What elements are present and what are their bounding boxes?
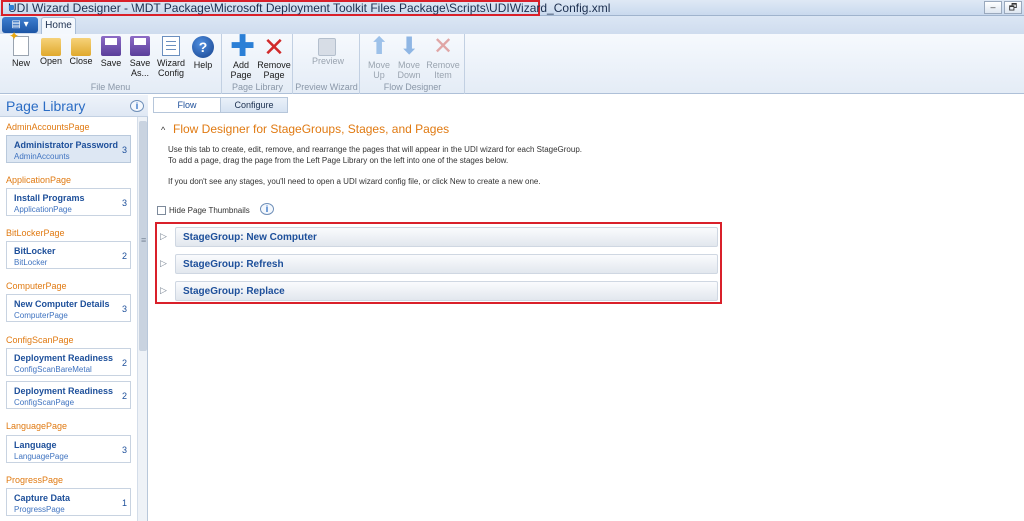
add-page-button[interactable]: ✚ Add Page [228, 30, 256, 81]
move-up-button[interactable]: ⬆ Move Up [365, 33, 393, 81]
page-library-scrollbar[interactable] [137, 117, 147, 521]
category-label: BitLockerPage [6, 228, 65, 238]
page-count: 3 [121, 445, 127, 455]
splitter-grip-icon[interactable]: ≡ [141, 235, 146, 245]
stagegroup-bar[interactable]: StageGroup: New Computer [175, 227, 718, 247]
page-library-list: AdminAccountsPage Administrator Password… [0, 117, 136, 521]
ribbon: New Open Close Save Save As... Wizard Co… [0, 30, 1024, 94]
open-button[interactable]: Open [38, 36, 64, 66]
flow-designer-note: If you don't see any stages, you'll need… [168, 177, 541, 186]
wizard-config-icon [162, 36, 180, 56]
arrow-up-icon: ⬆ [368, 33, 390, 60]
application-menu-button[interactable]: ▤ ▾ [2, 17, 38, 33]
preview-icon [318, 38, 336, 56]
preview-button[interactable]: Preview [312, 36, 344, 66]
category-label: AdminAccountsPage [6, 122, 90, 132]
hide-thumbnails-row: Hide Page Thumbnails [157, 206, 250, 215]
move-down-button[interactable]: ⬇ Move Down [395, 33, 423, 81]
category-label: ProgressPage [6, 475, 64, 485]
minimize-button[interactable]: – [984, 1, 1002, 14]
window-controls: – 🗗 [984, 1, 1022, 14]
flow-designer-heading: Flow Designer for StageGroups, Stages, a… [173, 122, 450, 136]
save-as-button[interactable]: Save As... [127, 36, 153, 78]
window-title: UDI Wizard Designer - \MDT Package\Micro… [8, 1, 611, 15]
page-library-panel: Page Library i AdminAccountsPage Adminis… [0, 95, 148, 521]
group-label-file-menu: File Menu [90, 82, 131, 92]
page-card-deployment-readiness-baremetal[interactable]: Deployment Readiness ConfigScanBareMetal… [6, 348, 131, 376]
hide-thumbnails-checkbox[interactable] [157, 206, 166, 215]
collapse-caret-icon[interactable]: ^ [161, 125, 165, 135]
group-file-menu: New Open Close Save Save As... Wizard Co… [0, 31, 222, 94]
stagegroup-label: StageGroup: Refresh [183, 259, 284, 270]
category-label: LanguagePage [6, 421, 68, 431]
save-as-disk-icon [130, 36, 150, 56]
remove-page-button[interactable]: ✕ Remove Page [257, 32, 291, 80]
restore-button[interactable]: 🗗 [1004, 1, 1022, 14]
open-folder-icon [41, 38, 61, 56]
flow-designer-description: Use this tab to create, edit, remove, an… [168, 145, 583, 165]
thumbnails-info-icon[interactable]: i [260, 203, 274, 215]
page-card-administrator-password[interactable]: Administrator Password AdminAccounts 3 [6, 135, 131, 163]
save-disk-icon [101, 36, 121, 56]
new-button[interactable]: New [8, 31, 34, 68]
page-card-bitlocker[interactable]: BitLocker BitLocker 2 [6, 241, 131, 269]
tab-configure[interactable]: Configure [220, 97, 288, 113]
remove-item-button[interactable]: ✕ Remove Item [425, 33, 461, 81]
group-flow-designer: ⬆ Move Up ⬇ Move Down ✕ Remove Item Flow… [361, 34, 465, 94]
title-highlight: UDI Wizard Designer - \MDT Package\Micro… [1, 0, 610, 16]
expand-triangle-icon[interactable]: ▷ [160, 258, 167, 269]
stagegroup-label: StageGroup: Replace [183, 286, 285, 297]
page-card-new-computer-details[interactable]: New Computer Details ComputerPage 3 [6, 294, 131, 322]
help-button[interactable]: ? Help [190, 36, 216, 70]
tab-home[interactable]: Home [41, 17, 76, 34]
page-count: 3 [121, 198, 127, 208]
stagegroup-bar[interactable]: StageGroup: Refresh [175, 254, 718, 274]
stagegroup-replace[interactable]: ▷ StageGroup: Replace [160, 281, 718, 301]
info-icon[interactable]: i [130, 100, 144, 112]
group-preview-wizard: Preview Preview Wizard [294, 34, 360, 94]
page-card-deployment-readiness[interactable]: Deployment Readiness ConfigScanPage 2 [6, 381, 131, 409]
main-content: Flow Configure ^ Flow Designer for Stage… [149, 95, 1024, 521]
title-bar: UDI Wizard Designer - \MDT Package\Micro… [0, 0, 1024, 16]
stagegroup-label: StageGroup: New Computer [183, 232, 317, 243]
page-card-language[interactable]: Language LanguagePage 3 [6, 435, 131, 463]
page-count: 2 [121, 251, 127, 261]
expand-triangle-icon[interactable]: ▷ [160, 231, 167, 242]
group-page-library: ✚ Add Page ✕ Remove Page Page Library [223, 30, 293, 94]
plus-icon: ✚ [230, 30, 256, 63]
page-count: 3 [121, 304, 127, 314]
page-count: 2 [121, 391, 127, 401]
page-count: 2 [121, 358, 127, 368]
ribbon-tabs: ▤ ▾ Home [0, 16, 1024, 34]
stagegroup-new-computer[interactable]: ▷ StageGroup: New Computer [160, 227, 718, 247]
red-x-icon: ✕ [263, 32, 285, 62]
new-file-icon [9, 31, 29, 56]
close-folder-icon [71, 38, 91, 56]
remove-item-x-icon: ✕ [432, 33, 454, 60]
stagegroup-list: ▷ StageGroup: New Computer ▷ StageGroup:… [155, 222, 722, 304]
page-card-capture-data[interactable]: Capture Data ProgressPage 1 [6, 488, 131, 516]
view-tabs: Flow Configure [153, 97, 288, 113]
save-button[interactable]: Save [98, 36, 124, 68]
category-label: ConfigScanPage [6, 335, 74, 345]
wizard-config-button[interactable]: Wizard Config [156, 36, 186, 78]
category-label: ComputerPage [6, 281, 67, 291]
expand-triangle-icon[interactable]: ▷ [160, 285, 167, 296]
page-count: 3 [121, 145, 127, 155]
stagegroup-bar[interactable]: StageGroup: Replace [175, 281, 718, 301]
page-card-install-programs[interactable]: Install Programs ApplicationPage 3 [6, 188, 131, 216]
hide-thumbnails-label: Hide Page Thumbnails [169, 206, 250, 215]
page-library-title: Page Library [6, 98, 86, 114]
tab-flow[interactable]: Flow [153, 97, 221, 113]
category-label: ApplicationPage [6, 175, 72, 185]
page-count: 1 [121, 498, 127, 508]
help-icon: ? [192, 36, 214, 58]
stagegroup-refresh[interactable]: ▷ StageGroup: Refresh [160, 254, 718, 274]
group-label-preview-wizard: Preview Wizard [295, 82, 358, 92]
arrow-down-icon: ⬇ [398, 33, 420, 60]
page-library-header: Page Library i [0, 95, 148, 117]
group-label-flow-designer: Flow Designer [383, 82, 442, 92]
close-button[interactable]: Close [68, 36, 94, 66]
group-label-page-library: Page Library [231, 82, 284, 92]
